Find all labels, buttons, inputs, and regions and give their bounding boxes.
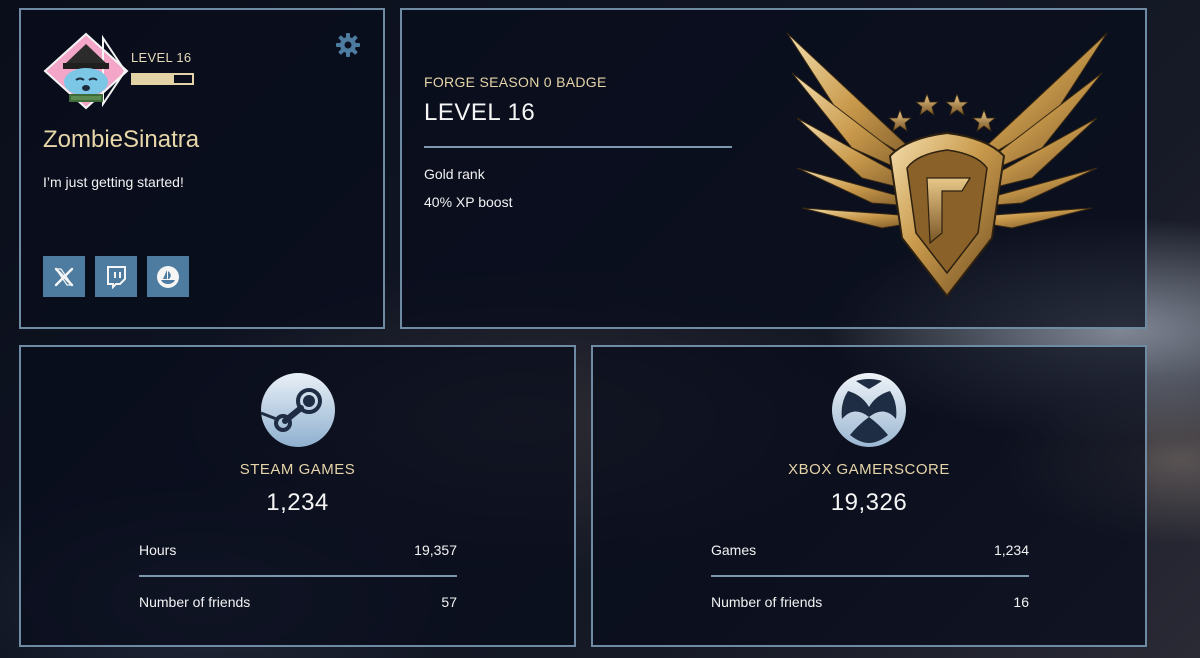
- steam-hours-value: 19,357: [414, 542, 457, 558]
- badge-rank: Gold rank: [424, 166, 485, 182]
- badge-season-title: FORGE SEASON 0 BADGE: [424, 74, 607, 90]
- steam-stats: Hours 19,357 Number of friends 57: [139, 537, 457, 615]
- steam-friends-value: 57: [441, 594, 457, 610]
- xbox-card: XBOX GAMERSCORE 19,326 Games 1,234 Numbe…: [591, 345, 1147, 647]
- username: ZombieSinatra: [43, 126, 200, 153]
- xbox-friends-label: Number of friends: [711, 594, 823, 610]
- steam-games-label: STEAM GAMES: [239, 461, 356, 478]
- steam-hours-row: Hours 19,357: [139, 537, 457, 563]
- xp-progress-bar: [131, 70, 194, 88]
- opensea-icon: [157, 265, 179, 288]
- xbox-games-label: Games: [711, 542, 757, 558]
- twitch-icon: [107, 265, 126, 289]
- bio-text: I’m just getting started!: [43, 174, 184, 190]
- xbox-games-value: 1,234: [993, 542, 1029, 558]
- xbox-stats: Games 1,234 Number of friends 16: [711, 537, 1029, 615]
- steam-friends-row: Number of friends 57: [139, 589, 457, 615]
- x-link-button[interactable]: [43, 256, 85, 297]
- steam-icon: [259, 373, 335, 447]
- avatar[interactable]: [43, 32, 129, 110]
- xbox-games-row: Games 1,234: [711, 537, 1029, 563]
- gear-icon[interactable]: [335, 32, 361, 58]
- profile-card: LEVEL 16 ZombieSinatra I’m just getting …: [19, 8, 385, 329]
- steam-friends-label: Number of friends: [139, 594, 251, 610]
- profile-level-label: LEVEL 16: [131, 50, 192, 65]
- twitch-link-button[interactable]: [95, 256, 137, 297]
- xbox-gamerscore-label: XBOX GAMERSCORE: [788, 461, 950, 478]
- social-links: [43, 256, 189, 297]
- badge-level: LEVEL 16: [424, 99, 536, 126]
- badge-boost: 40% XP boost: [424, 194, 513, 210]
- steam-card: STEAM GAMES 1,234 Hours 19,357 Number of…: [19, 345, 576, 647]
- xbox-icon: [832, 373, 906, 447]
- gold-winged-badge-emblem: [782, 28, 1112, 303]
- opensea-link-button[interactable]: [147, 256, 189, 297]
- xbox-friends-value: 16: [1013, 594, 1029, 610]
- xbox-divider: [711, 575, 1029, 577]
- steam-hours-label: Hours: [139, 542, 177, 558]
- badge-divider: [424, 146, 732, 148]
- steam-games-value: 1,234: [266, 489, 329, 516]
- badge-card: FORGE SEASON 0 BADGE LEVEL 16 Gold rank …: [400, 8, 1147, 329]
- x-icon: [54, 267, 74, 286]
- xbox-gamerscore-value: 19,326: [830, 489, 908, 516]
- xbox-friends-row: Number of friends 16: [711, 589, 1029, 615]
- steam-divider: [139, 575, 457, 577]
- xp-fill: [133, 75, 174, 83]
